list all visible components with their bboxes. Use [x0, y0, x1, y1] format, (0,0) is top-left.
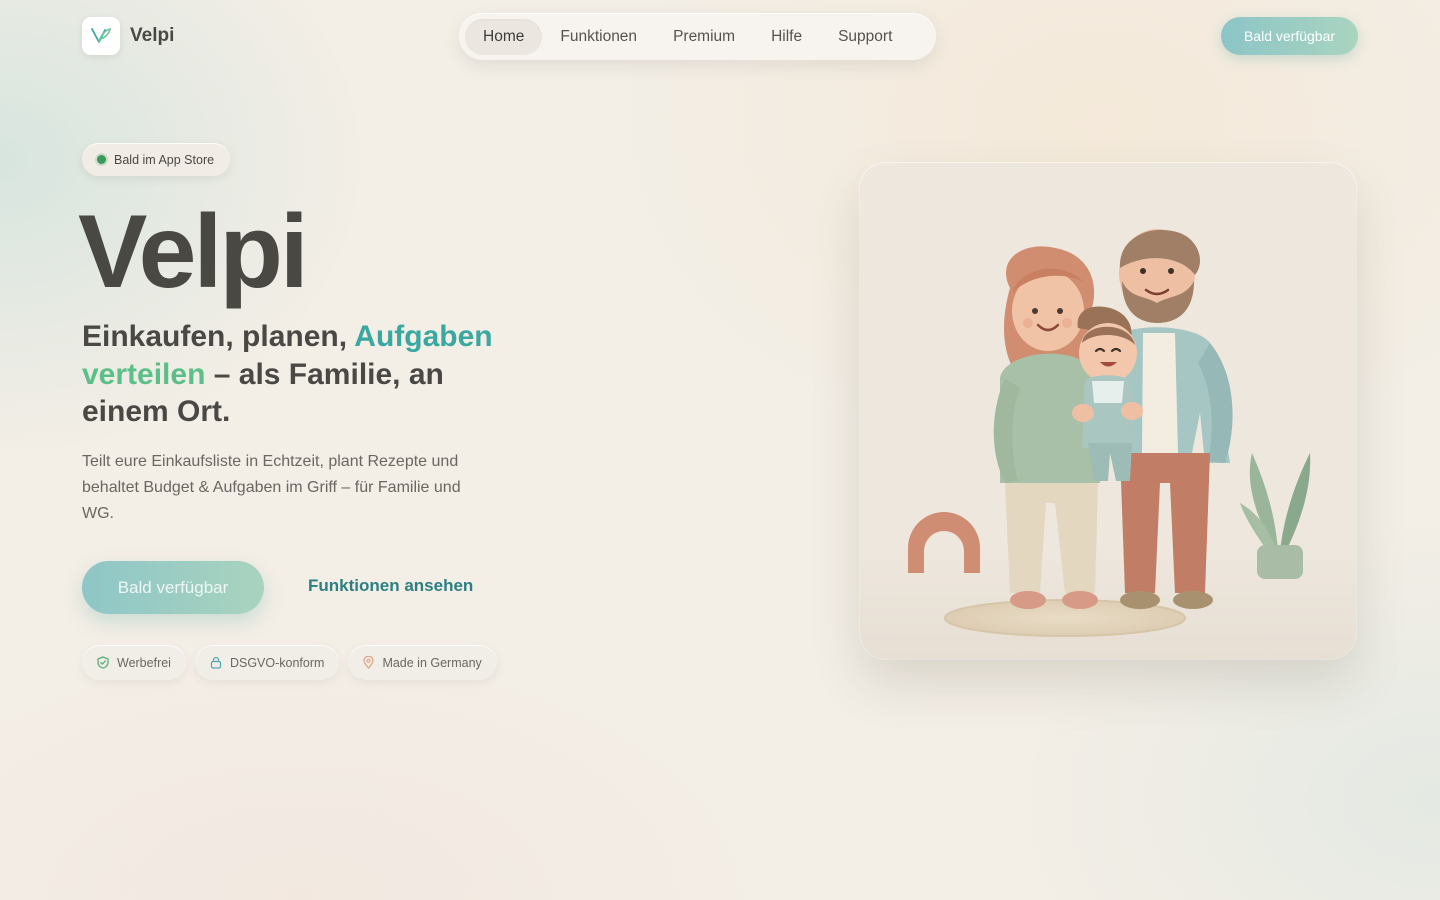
hero-subtitle-highlight-2: verteilen: [82, 357, 206, 391]
header-cta-button[interactable]: Bald verfügbar: [1221, 17, 1358, 55]
nav-item-support[interactable]: Support: [820, 19, 910, 55]
location-pin-icon: [363, 656, 375, 669]
brand[interactable]: Velpi: [82, 17, 174, 55]
nav-item-hilfe[interactable]: Hilfe: [753, 19, 820, 55]
app-store-badge-label: Bald im App Store: [114, 152, 215, 167]
chip-dsgvo: DSGVO-konform: [194, 645, 340, 680]
chip-label: DSGVO-konform: [229, 655, 325, 670]
velpi-logo-icon: [82, 17, 120, 55]
hero-subtitle-part1: Einkaufen, planen,: [82, 320, 355, 353]
family-illustration: [860, 163, 1356, 659]
chip-werbefrei: Werbefrei: [82, 645, 186, 680]
chip-label: Werbefrei: [117, 655, 171, 670]
lock-icon: [210, 656, 222, 669]
primary-cta-button[interactable]: Bald verfügbar: [82, 561, 264, 614]
hero-subtitle: Einkaufen, planen, Aufgaben verteilen – …: [82, 318, 512, 431]
trust-chips: Werbefrei DSGVO-konform Made in Germany: [82, 645, 497, 680]
features-link[interactable]: Funktionen ansehen: [308, 576, 473, 596]
shield-check-icon: [97, 656, 109, 669]
hero-subtitle-highlight-1: Aufgaben: [354, 320, 493, 353]
chip-label: Made in Germany: [382, 655, 482, 670]
hero-title: Velpi: [78, 194, 309, 310]
app-store-badge: Bald im App Store: [82, 143, 231, 176]
brand-name: Velpi: [130, 25, 175, 46]
main-nav: Home Funktionen Premium Hilfe Support: [459, 13, 936, 60]
nav-item-premium[interactable]: Premium: [655, 19, 753, 55]
landing-page: Velpi Home Funktionen Premium Hilfe Supp…: [0, 0, 1440, 900]
nav-item-funktionen[interactable]: Funktionen: [542, 19, 655, 55]
nav-item-home[interactable]: Home: [465, 18, 543, 55]
hero-description: Teilt eure Einkaufsliste in Echtzeit, pl…: [82, 453, 461, 522]
status-dot-icon: [97, 155, 106, 164]
chip-made-in-germany: Made in Germany: [348, 645, 497, 680]
